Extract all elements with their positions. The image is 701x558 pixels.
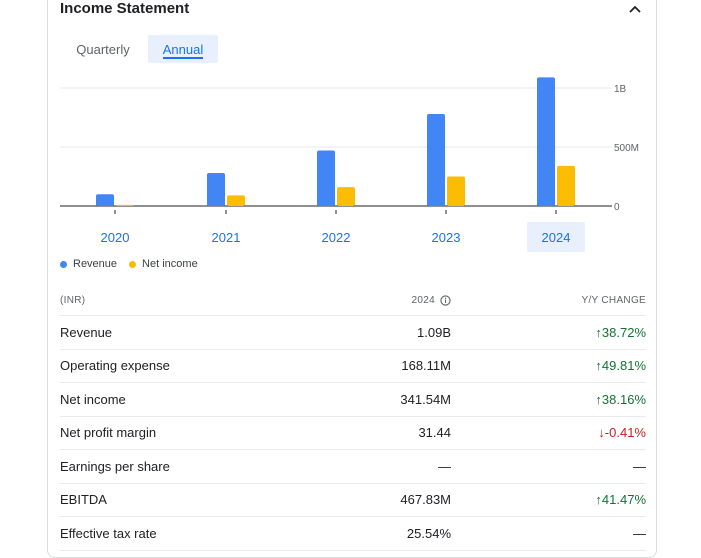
row-change: ↑41.47% (595, 492, 646, 508)
row-label: EBITDA (60, 492, 107, 508)
row-value: 467.83M (400, 492, 451, 508)
bar-revenue-2021 (207, 172, 225, 206)
x-label-2020[interactable]: 2020 (86, 222, 144, 252)
bar-net-income-2023 (447, 176, 465, 206)
row-label: Effective tax rate (60, 525, 157, 541)
row-label: Earnings per share (60, 458, 170, 474)
y-tick-label: 500M (614, 143, 639, 154)
row-value: 168.11M (401, 358, 451, 374)
row-change: ↑38.16% (595, 391, 646, 407)
bar-net-income-2022 (337, 187, 355, 206)
chart-legend: Revenue Net income (60, 258, 210, 270)
header-change: Y/Y CHANGE (581, 295, 646, 306)
row-value: 31.44 (418, 425, 451, 441)
row-value: 25.54% (406, 525, 451, 541)
x-label-2022[interactable]: 2022 (307, 222, 365, 252)
bar-revenue-2022 (317, 150, 335, 206)
row-change: ↑49.81% (595, 358, 646, 374)
legend-label-net-income: Net income (142, 258, 198, 270)
bar-revenue-2020 (96, 194, 114, 206)
row-change: — (633, 458, 646, 474)
bar-net-income-2020 (116, 204, 134, 206)
row-label: Revenue (60, 324, 113, 340)
row-change: ↑38.72% (595, 324, 646, 340)
table-row: EBITDA 467.83M ↑41.47% (60, 484, 646, 517)
info-icon[interactable] (440, 295, 451, 306)
header-year: 2024 (310, 295, 451, 306)
bar-revenue-2024 (537, 77, 555, 206)
bar-net-income-2024 (557, 165, 575, 206)
table-header: (INR) 2024 Y/Y CHANGE (60, 286, 646, 316)
row-change: ↓-0.41% (598, 425, 646, 441)
bar-chart: 0 500M 1B (60, 77, 639, 214)
table-row: Effective tax rate 25.54% — (60, 517, 646, 551)
x-label-2024[interactable]: 2024 (527, 222, 585, 252)
row-label: Net profit margin (60, 425, 157, 441)
y-tick-label: 1B (614, 84, 627, 95)
y-tick-label: 0 (614, 202, 620, 213)
row-change: — (633, 525, 646, 541)
legend-item-net-income: Net income (129, 258, 198, 270)
net-income-dot-icon (129, 260, 137, 268)
table-row: Net profit margin 31.44 ↓-0.41% (60, 417, 646, 450)
bar-revenue-2023 (427, 113, 445, 206)
table-row: Earnings per share — — (60, 450, 646, 484)
revenue-dot-icon (60, 260, 67, 268)
row-label: Net income (60, 391, 126, 407)
row-label: Operating expense (60, 358, 170, 374)
legend-item-revenue: Revenue (60, 258, 117, 270)
bar-net-income-2021 (227, 195, 245, 206)
table-row: Net income 341.54M ↑38.16% (60, 383, 646, 417)
header-year-label: 2024 (411, 295, 435, 306)
header-currency: (INR) (60, 295, 86, 306)
legend-label-revenue: Revenue (73, 258, 118, 270)
x-label-2023[interactable]: 2023 (417, 222, 475, 252)
row-value: 341.54M (400, 391, 451, 407)
row-value: 1.09B (417, 324, 451, 340)
x-label-2021[interactable]: 2021 (197, 222, 255, 252)
table-row: Operating expense 168.11M ↑49.81% (60, 350, 646, 383)
table-row: Revenue 1.09B ↑38.72% (60, 316, 646, 350)
row-value: — (438, 458, 451, 474)
income-table: (INR) 2024 Y/Y CHANGE Revenue 1.09B ↑38.72… (60, 286, 646, 551)
